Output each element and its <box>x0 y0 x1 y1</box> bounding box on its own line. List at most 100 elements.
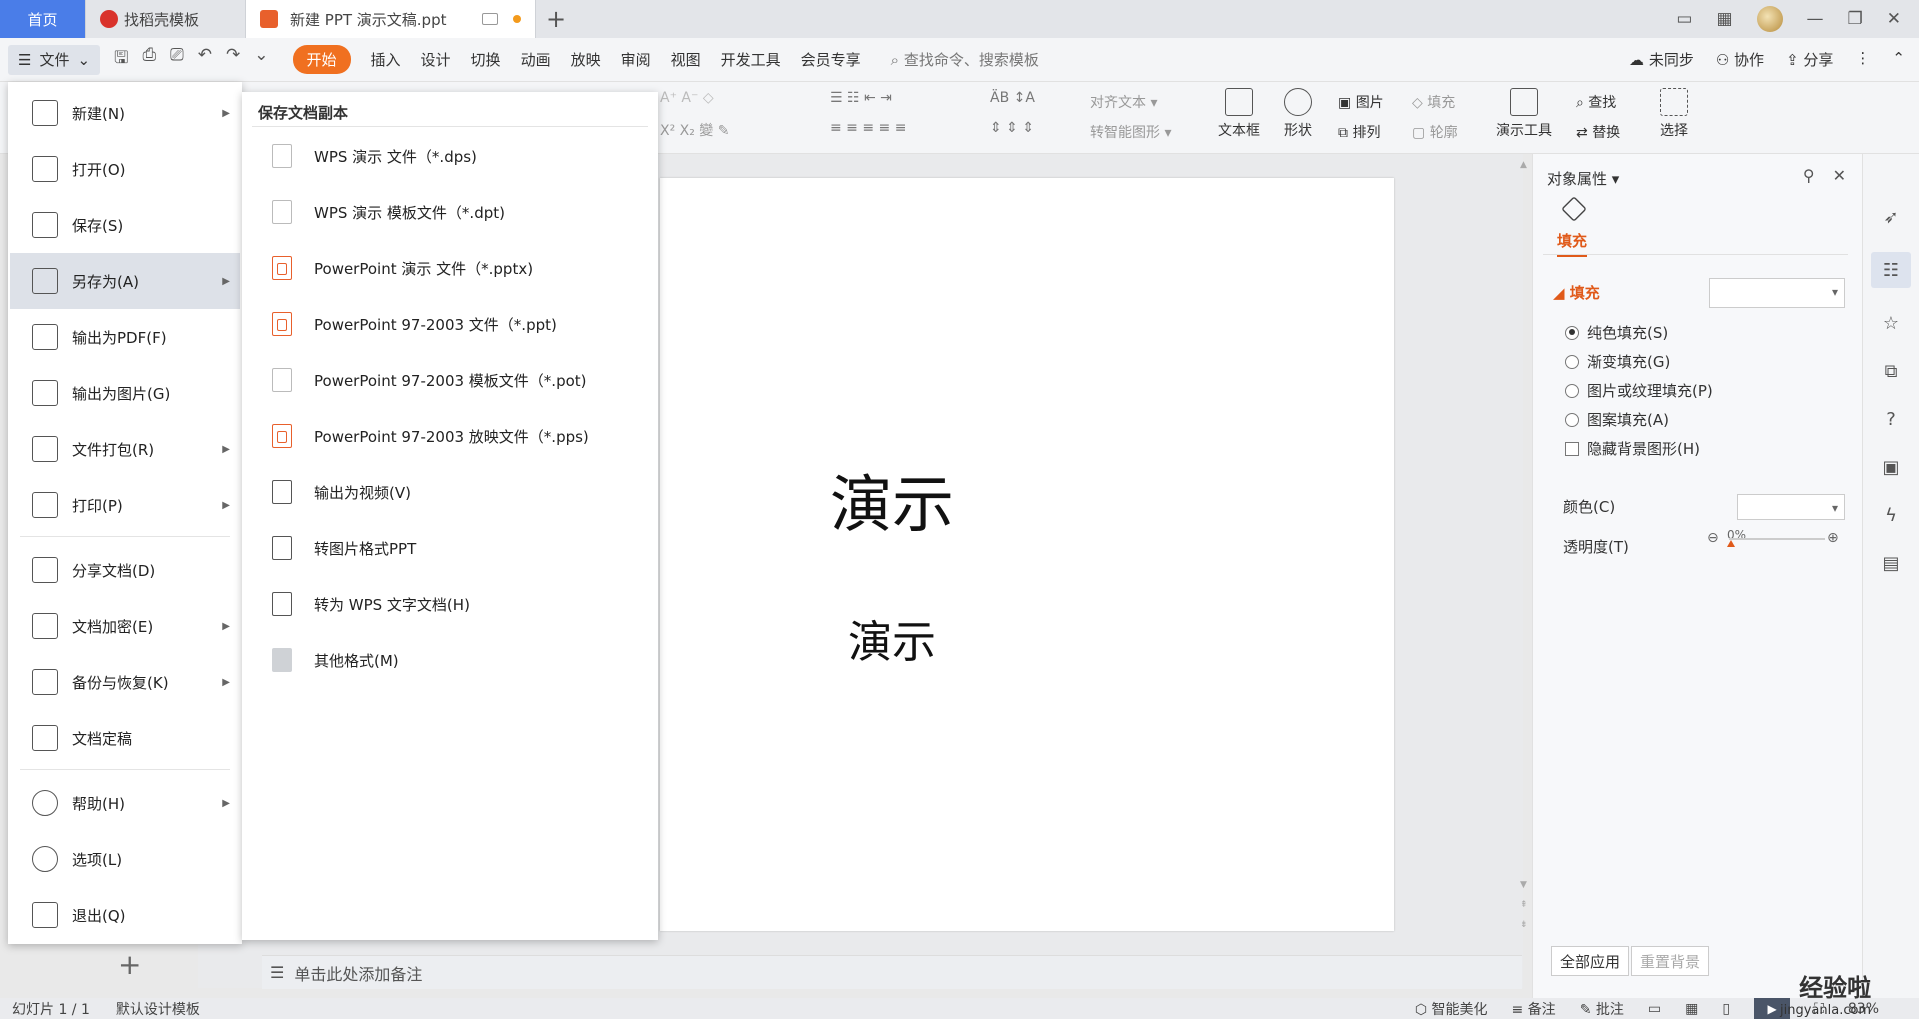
lightning-icon[interactable]: ϟ <box>1878 502 1904 528</box>
pin-icon[interactable]: ⚲ <box>1803 166 1815 185</box>
design-template-name[interactable]: 默认设计模板 <box>116 999 200 1019</box>
align-text-button[interactable]: 对齐文本 ▾ <box>1090 92 1157 112</box>
menu-new[interactable]: 新建(N) ▶ <box>10 85 240 141</box>
add-icon[interactable]: + <box>118 948 141 981</box>
color-dropdown[interactable] <box>1737 494 1845 520</box>
close-icon[interactable]: ✕ <box>1887 9 1901 29</box>
export-icon[interactable]: ⎙ <box>143 45 157 74</box>
paragraph-align-controls[interactable]: ≡ ≡ ≡ ≡ ≡ <box>830 120 906 136</box>
tab-developer[interactable]: 开发工具 <box>721 49 781 70</box>
next-slide-icon[interactable]: ⇟ <box>1520 920 1528 930</box>
fill-button[interactable]: ◇ 填充 <box>1412 92 1455 112</box>
layout-icon[interactable]: ▭ <box>1676 9 1692 29</box>
menu-encrypt[interactable]: 文档加密(E) ▶ <box>10 598 240 654</box>
more-icon[interactable]: ⌄ <box>254 45 268 74</box>
prev-slide-icon[interactable]: ⇞ <box>1520 900 1528 910</box>
tab-fill[interactable]: 填充 <box>1557 230 1588 257</box>
notes-bar[interactable]: ☰ 单击此处添加备注 <box>262 955 1522 989</box>
tab-animation[interactable]: 动画 <box>521 49 551 70</box>
reset-background-button[interactable]: 重置背景 <box>1631 946 1710 976</box>
menu-backup[interactable]: 备份与恢复(K) ▶ <box>10 654 240 710</box>
present-tools-button[interactable]: 演示工具 <box>1496 88 1552 140</box>
reading-view-icon[interactable]: ▯ <box>1722 1001 1730 1017</box>
menu-share[interactable]: 分享文档(D) <box>10 542 240 598</box>
menu-package[interactable]: 文件打包(R) ▶ <box>10 421 240 477</box>
tab-document[interactable]: 新建 PPT 演示文稿.ppt <box>246 0 536 38</box>
menu-exit[interactable]: 退出(Q) <box>10 887 240 943</box>
menu-export-image[interactable]: 输出为图片(G) <box>10 365 240 421</box>
tab-transition[interactable]: 切换 <box>471 49 501 70</box>
save-as-pptx[interactable]: PowerPoint 演示 文件（*.pptx) <box>272 256 533 280</box>
picture-button[interactable]: ▣ 图片 <box>1338 92 1384 112</box>
image-tool-icon[interactable]: ▣ <box>1878 454 1904 480</box>
tab-design[interactable]: 设计 <box>421 49 451 70</box>
collapse-ribbon-icon[interactable]: ⌃ <box>1892 49 1905 70</box>
more-options-icon[interactable]: ⋮ <box>1855 49 1870 70</box>
new-tab-button[interactable]: + <box>536 0 576 38</box>
tab-insert[interactable]: 插入 <box>371 49 401 70</box>
find-button[interactable]: ⌕ 查找 <box>1576 92 1616 112</box>
notes-toggle[interactable]: ≡ 备注 <box>1512 999 1556 1019</box>
avatar[interactable] <box>1756 6 1783 32</box>
menu-save-as[interactable]: 另存为(A) ▶ <box>10 253 240 309</box>
radio-solid[interactable] <box>1565 325 1579 340</box>
grid-icon[interactable]: ▦ <box>1716 9 1732 29</box>
tab-template[interactable]: 找稻壳模板 <box>86 0 246 38</box>
radio-gradient[interactable] <box>1565 354 1579 369</box>
export-video[interactable]: 输出为视频(V) <box>272 480 411 504</box>
beautify-button[interactable]: ⬡ 智能美化 <box>1415 999 1488 1019</box>
font-size-controls[interactable]: A⁺ A⁻ ◇ <box>660 90 714 106</box>
convert-wps-writer[interactable]: 转为 WPS 文字文档(H) <box>272 592 470 616</box>
list-controls[interactable]: ☰ ☷ ⇤ ⇥ <box>830 90 892 106</box>
shape-button[interactable]: 形状 <box>1284 88 1312 140</box>
save-as-pps[interactable]: PowerPoint 97-2003 放映文件（*.pps) <box>272 424 589 448</box>
collaborate-button[interactable]: ⚇ 协作 <box>1716 49 1764 70</box>
other-formats[interactable]: 其他格式(M) <box>272 648 399 672</box>
save-as-pot[interactable]: PowerPoint 97-2003 模板文件（*.pot) <box>272 368 587 392</box>
panel-header[interactable]: 对象属性 ▾ <box>1547 168 1619 189</box>
menu-save[interactable]: 保存(S) <box>10 197 240 253</box>
picture-fill-option[interactable]: 图片或纹理填充(P) <box>1565 380 1713 401</box>
rocket-icon[interactable]: ➶ <box>1878 204 1904 230</box>
tab-member[interactable]: 会员专享 <box>801 49 861 70</box>
select-button[interactable]: 选择 <box>1660 88 1688 140</box>
copy-icon[interactable]: ⧉ <box>1878 358 1904 384</box>
save-as-dpt[interactable]: WPS 演示 模板文件（*.dpt) <box>272 200 505 224</box>
save-as-ppt[interactable]: PowerPoint 97-2003 文件（*.ppt) <box>272 312 557 336</box>
convert-picture-ppt[interactable]: 转图片格式PPT <box>272 536 416 560</box>
menu-print[interactable]: 打印(P) ▶ <box>10 477 240 533</box>
sorter-view-icon[interactable]: ▦ <box>1685 1001 1698 1017</box>
transparency-slider[interactable] <box>1729 538 1825 540</box>
help-icon[interactable]: ? <box>1878 406 1904 432</box>
print-preview-icon[interactable]: ⎚ <box>170 45 184 74</box>
tab-view[interactable]: 视图 <box>671 49 701 70</box>
transparency-plus-icon[interactable]: ⊕ <box>1827 530 1839 546</box>
tab-slideshow[interactable]: 放映 <box>571 49 601 70</box>
arrange-button[interactable]: ⧉ 排列 <box>1338 122 1380 142</box>
pattern-fill-option[interactable]: 图案填充(A) <box>1565 409 1669 430</box>
radio-picture[interactable] <box>1565 383 1579 398</box>
redo-icon[interactable]: ↷ <box>226 45 240 74</box>
slide-title[interactable]: 演示 <box>830 454 954 544</box>
undo-icon[interactable]: ↶ <box>198 45 212 74</box>
slide-subtitle[interactable]: 演示 <box>848 606 936 670</box>
gradient-fill-option[interactable]: 渐变填充(G) <box>1565 351 1670 372</box>
checkbox-hide-bg[interactable] <box>1565 441 1579 456</box>
tab-home[interactable]: 首页 <box>0 0 86 38</box>
book-icon[interactable]: ▤ <box>1878 550 1904 576</box>
fill-section-toggle[interactable]: ◢ 填充 <box>1553 282 1600 303</box>
menu-open[interactable]: 打开(O) <box>10 141 240 197</box>
scroll-up-icon[interactable]: ▲ <box>1520 160 1527 170</box>
minimize-icon[interactable]: — <box>1807 9 1824 29</box>
save-as-dps[interactable]: WPS 演示 文件（*.dps) <box>272 144 477 168</box>
scroll-down-icon[interactable]: ▼ <box>1520 880 1527 890</box>
restore-icon[interactable]: ❐ <box>1848 9 1863 29</box>
comment-toggle[interactable]: ✎ 批注 <box>1580 999 1624 1019</box>
replace-button[interactable]: ⇄ 替换 <box>1576 122 1620 142</box>
transparency-minus-icon[interactable]: ⊖ <box>1707 530 1719 546</box>
save-icon[interactable]: 🖫 <box>114 45 128 74</box>
apply-all-button[interactable]: 全部应用 <box>1551 946 1630 976</box>
menu-options[interactable]: 选项(L) <box>10 831 240 887</box>
radio-pattern[interactable] <box>1565 412 1579 427</box>
outline-button[interactable]: ▢ 轮廓 <box>1412 122 1458 142</box>
